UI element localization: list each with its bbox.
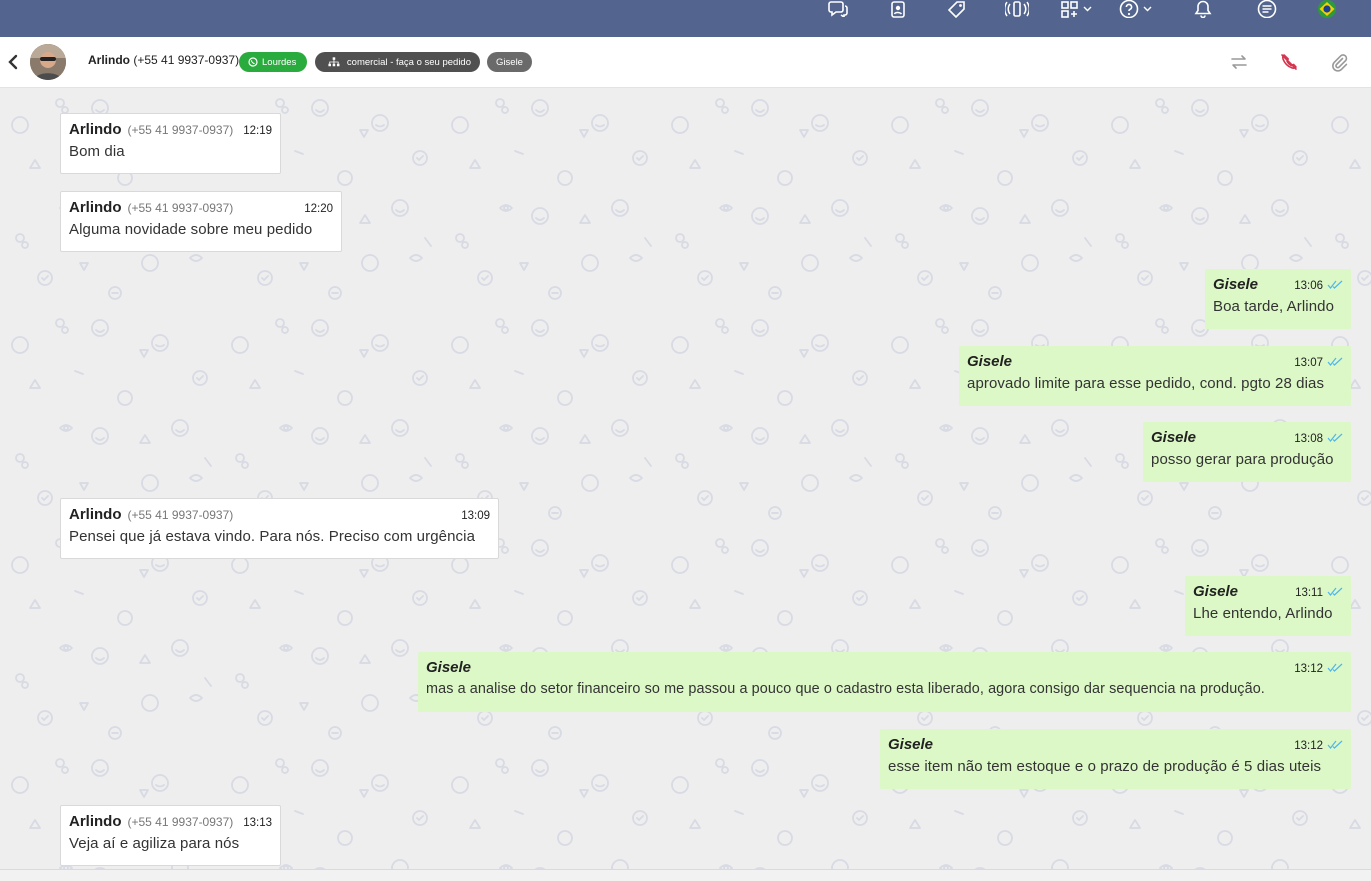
message-phone: (+55 41 9937-0937) — [127, 123, 234, 137]
chat-bubbles-icon[interactable] — [828, 0, 848, 18]
message-outgoing[interactable]: Gisele 13:11 Lhe entendo, Arlindo — [1185, 576, 1351, 636]
message-phone: (+55 41 9937-0937) — [127, 508, 234, 522]
message-outgoing[interactable]: Gisele 13:06 Boa tarde, Arlindo — [1205, 269, 1351, 329]
agent-label: Gisele — [496, 56, 523, 68]
end-call-icon[interactable] — [1279, 52, 1299, 72]
message-incoming[interactable]: Arlindo (+55 41 9937-0937) 13:13 Veja aí e… — [60, 805, 281, 866]
top-navigation-bar — [0, 0, 1371, 37]
message-text: Bom dia — [69, 143, 125, 160]
queue-label: comercial - faça o seu pedido — [346, 56, 471, 68]
message-time: 13:09 — [461, 510, 490, 522]
message-time: 13:06 — [1294, 280, 1323, 292]
message-sender: Arlindo — [69, 199, 122, 216]
message-time: 13:13 — [243, 817, 273, 829]
message-text: Alguma novidade sobre meu pedido — [69, 221, 313, 238]
agent-badge[interactable]: Gisele — [487, 52, 532, 72]
apps-icon[interactable] — [1061, 0, 1092, 18]
help-icon[interactable] — [1119, 0, 1152, 18]
message-outgoing[interactable]: Gisele 13:12 esse item não tem estoque e … — [880, 729, 1351, 789]
read-ticks-icon — [1327, 740, 1343, 749]
channel-badge[interactable]: Lourdes — [239, 52, 307, 72]
message-text: mas a analise do setor financeiro so me … — [426, 681, 1265, 697]
contact-phone: (+55 41 9937-0937) — [133, 53, 240, 67]
message-outgoing[interactable]: Gisele 13:07 aprovado limite para esse pe… — [959, 346, 1351, 406]
message-text: esse item não tem estoque e o prazo de p… — [888, 758, 1322, 775]
chevron-down-icon — [1143, 6, 1152, 12]
message-incoming[interactable]: Arlindo (+55 41 9937-0937) 13:09 Pensei qu… — [60, 498, 499, 559]
message-sender: Gisele — [1193, 583, 1239, 600]
chat-header: Arlindo (+55 41 9937-0937) Lourdes comer… — [0, 37, 1371, 88]
message-sender: Gisele — [967, 353, 1013, 370]
message-text: posso gerar para produção — [1151, 451, 1334, 468]
chat-messages-area[interactable]: Arlindo (+55 41 9937-0937) 12:19 Bom dia A… — [0, 88, 1371, 869]
contacts-icon[interactable] — [891, 0, 905, 18]
transfer-icon[interactable] — [1229, 52, 1249, 72]
message-text: Lhe entendo, Arlindo — [1193, 605, 1333, 622]
contact-name: Arlindo — [88, 53, 130, 67]
message-sender: Gisele — [426, 659, 472, 676]
message-incoming[interactable]: Arlindo (+55 41 9937-0937) 12:19 Bom dia — [60, 113, 281, 174]
brazil-flag-icon[interactable] — [1317, 0, 1337, 18]
message-time: 13:11 — [1295, 587, 1323, 599]
tag-icon[interactable] — [948, 0, 966, 18]
read-ticks-icon — [1327, 357, 1343, 366]
message-text: Veja aí e agiliza para nós — [69, 835, 240, 852]
message-text: aprovado limite para esse pedido, cond. … — [967, 375, 1325, 392]
list-icon[interactable] — [1257, 0, 1277, 18]
back-chevron-icon[interactable] — [6, 54, 20, 70]
read-ticks-icon — [1327, 663, 1343, 672]
avatar[interactable] — [30, 44, 66, 80]
message-time: 13:08 — [1294, 433, 1323, 445]
message-phone: (+55 41 9937-0937) — [127, 201, 234, 215]
message-time: 12:19 — [243, 125, 273, 137]
read-ticks-icon — [1327, 280, 1343, 289]
message-time: 13:12 — [1294, 663, 1323, 675]
paperclip-icon[interactable] — [1329, 52, 1349, 72]
message-sender: Gisele — [888, 736, 934, 753]
queue-badge[interactable]: comercial - faça o seu pedido — [315, 52, 480, 72]
message-outgoing[interactable]: Gisele 13:08 posso gerar para produção — [1143, 422, 1351, 482]
bell-icon[interactable] — [1194, 0, 1212, 18]
whatsapp-icon — [248, 57, 258, 67]
sitemap-icon — [328, 57, 340, 67]
message-time: 13:07 — [1294, 357, 1323, 369]
signal-icon[interactable] — [1005, 0, 1029, 18]
chevron-down-icon — [1083, 6, 1092, 12]
contact-info: Arlindo (+55 41 9937-0937) — [88, 53, 239, 67]
message-text: Boa tarde, Arlindo — [1213, 298, 1335, 315]
message-time: 12:20 — [304, 203, 333, 215]
message-sender: Gisele — [1151, 429, 1197, 446]
message-incoming[interactable]: Arlindo (+55 41 9937-0937) 12:20 Alguma no… — [60, 191, 342, 252]
read-ticks-icon — [1327, 587, 1343, 596]
composer-edge — [0, 869, 1371, 881]
channel-label: Lourdes — [262, 56, 297, 68]
message-sender: Gisele — [1213, 276, 1259, 293]
read-ticks-icon — [1327, 433, 1343, 442]
message-text: Pensei que já estava vindo. Para nós. Pr… — [69, 528, 476, 545]
message-sender: Arlindo — [69, 121, 122, 138]
message-time: 13:12 — [1294, 740, 1323, 752]
message-sender: Arlindo — [69, 506, 122, 523]
message-outgoing[interactable]: Gisele 13:12 mas a analise do setor finan… — [418, 652, 1351, 712]
message-phone: (+55 41 9937-0937) — [127, 815, 234, 829]
message-sender: Arlindo — [69, 813, 122, 830]
